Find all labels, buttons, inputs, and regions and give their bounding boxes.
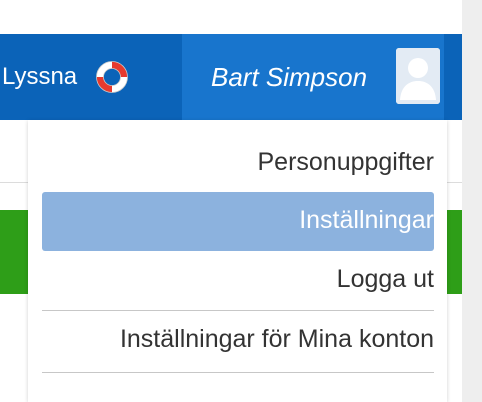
user-name: Bart Simpson <box>211 61 368 92</box>
listen-nav-item[interactable]: Lyssna <box>0 34 182 120</box>
menu-item-account-settings[interactable]: Inställningar för Mina konton <box>120 325 434 354</box>
menu-item-personal-info[interactable]: Personuppgifter <box>257 148 434 177</box>
screen: Lyssna Bart Simpson Personuppgifter Inst… <box>0 0 482 402</box>
green-banner-left <box>0 210 28 294</box>
menu-divider <box>42 372 434 373</box>
green-banner-right <box>447 210 462 294</box>
menu-item-settings[interactable]: Inställningar <box>299 206 434 235</box>
menu-divider <box>42 310 434 311</box>
scroll-gutter <box>462 0 482 402</box>
user-menu-toggle[interactable]: Bart Simpson <box>182 34 444 120</box>
user-dropdown-menu: Personuppgifter Inställningar Logga ut I… <box>28 120 447 402</box>
listen-label: Lyssna <box>2 63 78 90</box>
menu-item-logout[interactable]: Logga ut <box>337 265 434 294</box>
lifebuoy-icon <box>96 61 129 93</box>
avatar-silhouette <box>396 48 440 104</box>
user-avatar-icon <box>396 48 440 104</box>
